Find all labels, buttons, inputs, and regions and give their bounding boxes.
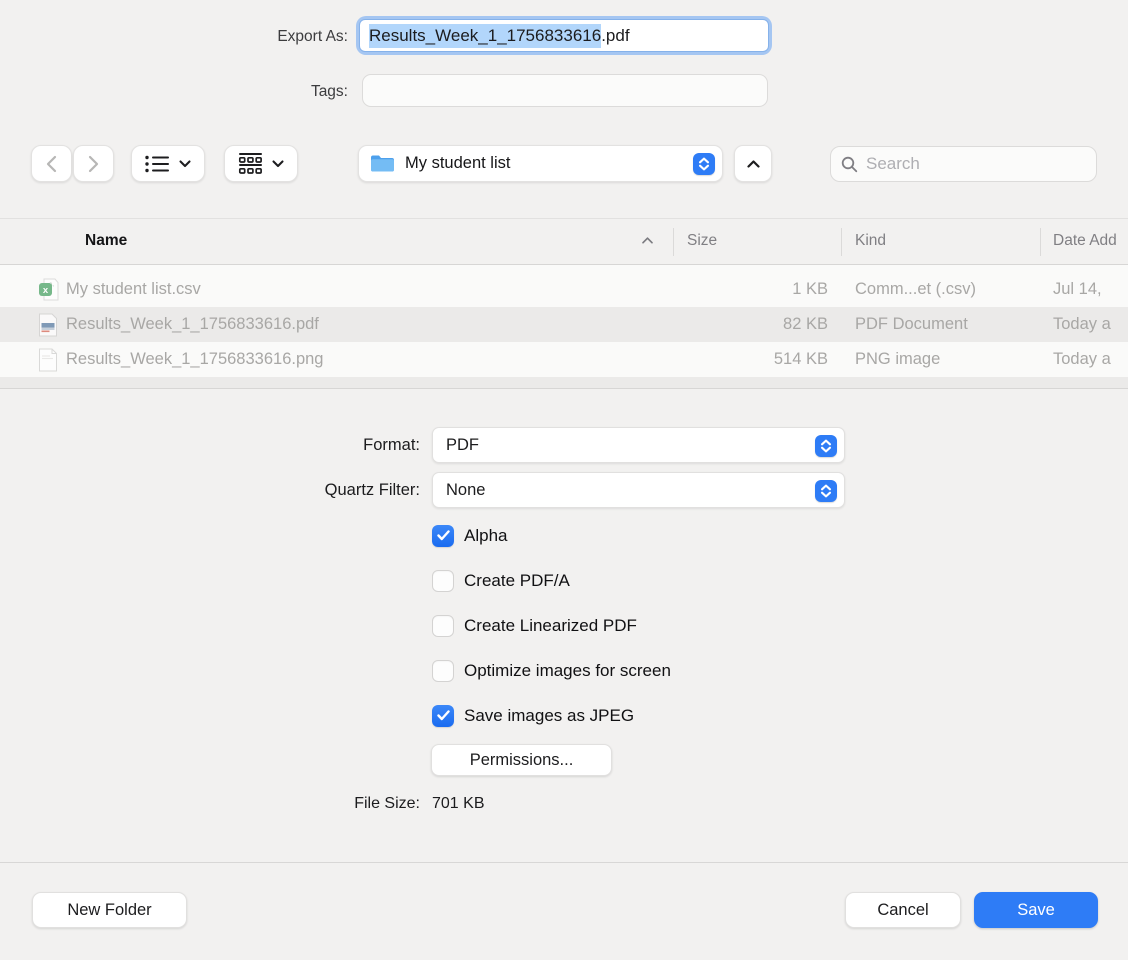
format-dropdown[interactable]: PDF [432,427,845,463]
tags-input[interactable] [362,74,768,107]
file-name: My student list.csv [66,280,201,299]
checkbox-box [432,660,454,682]
search-input[interactable]: Search [830,146,1097,182]
png-file-icon [38,348,60,372]
collapse-panel-button[interactable] [734,145,772,182]
file-list: a, x My student list.csv 1 KB Comm...et … [0,265,1128,389]
checkbox-label: Create PDF/A [464,571,570,591]
file-row-png[interactable]: Results_Week_1_1756833616.png 514 KB PNG… [0,342,1128,377]
file-table-header: Name Size Kind Date Add [0,218,1128,265]
file-size: 1 KB [657,280,828,299]
checkbox-label: Save images as JPEG [464,706,634,726]
checkbox-box [432,615,454,637]
file-date-added: Jul 14, [1053,280,1128,299]
checkbox-label: Alpha [464,526,507,546]
group-view-button[interactable] [224,145,298,182]
cancel-button[interactable]: Cancel [845,892,961,928]
create-pdfa-checkbox[interactable]: Create PDF/A [432,569,570,592]
file-kind: Comm...et (.csv) [855,280,1033,299]
file-size: 82 KB [657,315,828,334]
tags-label: Tags: [0,83,348,101]
file-row-csv[interactable]: a, x My student list.csv 1 KB Comm...et … [0,272,1128,307]
sort-ascending-icon [641,236,654,245]
checkbox-box [432,570,454,592]
file-size-label: File Size: [0,795,420,813]
footer-divider [0,862,1128,863]
back-button[interactable] [31,145,72,182]
search-placeholder: Search [866,154,920,174]
column-divider [1040,228,1041,256]
column-header-name[interactable]: Name [85,232,127,250]
create-linearized-pdf-checkbox[interactable]: Create Linearized PDF [432,614,637,637]
file-date-added: Today a [1053,315,1128,334]
column-header-date-added[interactable]: Date Add [1053,232,1128,250]
file-name: Results_Week_1_1756833616.pdf [66,315,319,334]
checkmark-icon [437,710,450,721]
column-header-size[interactable]: Size [687,232,717,250]
empty-row-stripe [0,377,1128,389]
new-folder-button[interactable]: New Folder [32,892,187,928]
stepper-icon [693,153,715,175]
file-size: 514 KB [657,350,828,369]
column-divider [841,228,842,256]
chevron-up-icon [747,160,760,168]
format-label: Format: [0,436,420,455]
chevron-down-icon [272,160,284,168]
file-kind: PNG image [855,350,1033,369]
folder-icon [370,154,395,173]
column-divider [673,228,674,256]
export-as-field[interactable]: Results_Week_1_1756833616.pdf [356,16,772,55]
permissions-button[interactable]: Permissions... [431,744,612,776]
stepper-icon [815,480,837,502]
alpha-checkbox[interactable]: Alpha [432,524,507,547]
column-header-kind[interactable]: Kind [855,232,886,250]
optimize-images-checkbox[interactable]: Optimize images for screen [432,659,671,682]
list-view-button[interactable] [131,145,205,182]
export-as-label: Export As: [0,28,348,46]
group-view-icon [238,153,263,175]
chevron-down-icon [179,160,191,168]
forward-button[interactable] [73,145,114,182]
pdf-file-icon [38,313,60,337]
file-kind: PDF Document [855,315,1033,334]
file-size-value: 701 KB [432,795,484,813]
chevron-right-icon [88,155,99,173]
file-date-added: Today a [1053,350,1128,369]
export-dialog: Export As: Results_Week_1_1756833616.pdf… [0,0,1128,960]
quartz-filter-dropdown-value: None [446,481,485,500]
save-images-jpeg-checkbox[interactable]: Save images as JPEG [432,704,634,727]
quartz-filter-label: Quartz Filter: [0,481,420,500]
filename-selected-text: Results_Week_1_1756833616 [369,24,601,48]
chevron-left-icon [46,155,57,173]
checkbox-box [432,705,454,727]
location-dropdown[interactable]: My student list [358,145,723,182]
quartz-filter-dropdown[interactable]: None [432,472,845,508]
stepper-icon [815,435,837,457]
save-button[interactable]: Save [974,892,1098,928]
list-view-icon [145,155,170,173]
filename-extension-text: .pdf [601,26,629,46]
search-icon [841,156,858,173]
checkbox-label: Create Linearized PDF [464,616,637,636]
checkmark-icon [437,530,450,541]
csv-file-icon: a, x [38,278,60,302]
file-name: Results_Week_1_1756833616.png [66,350,323,369]
checkbox-label: Optimize images for screen [464,661,671,681]
checkbox-box [432,525,454,547]
format-dropdown-value: PDF [446,436,479,455]
file-row-pdf[interactable]: Results_Week_1_1756833616.pdf 82 KB PDF … [0,307,1128,342]
svg-text:x: x [43,285,49,296]
location-dropdown-value: My student list [405,154,510,173]
